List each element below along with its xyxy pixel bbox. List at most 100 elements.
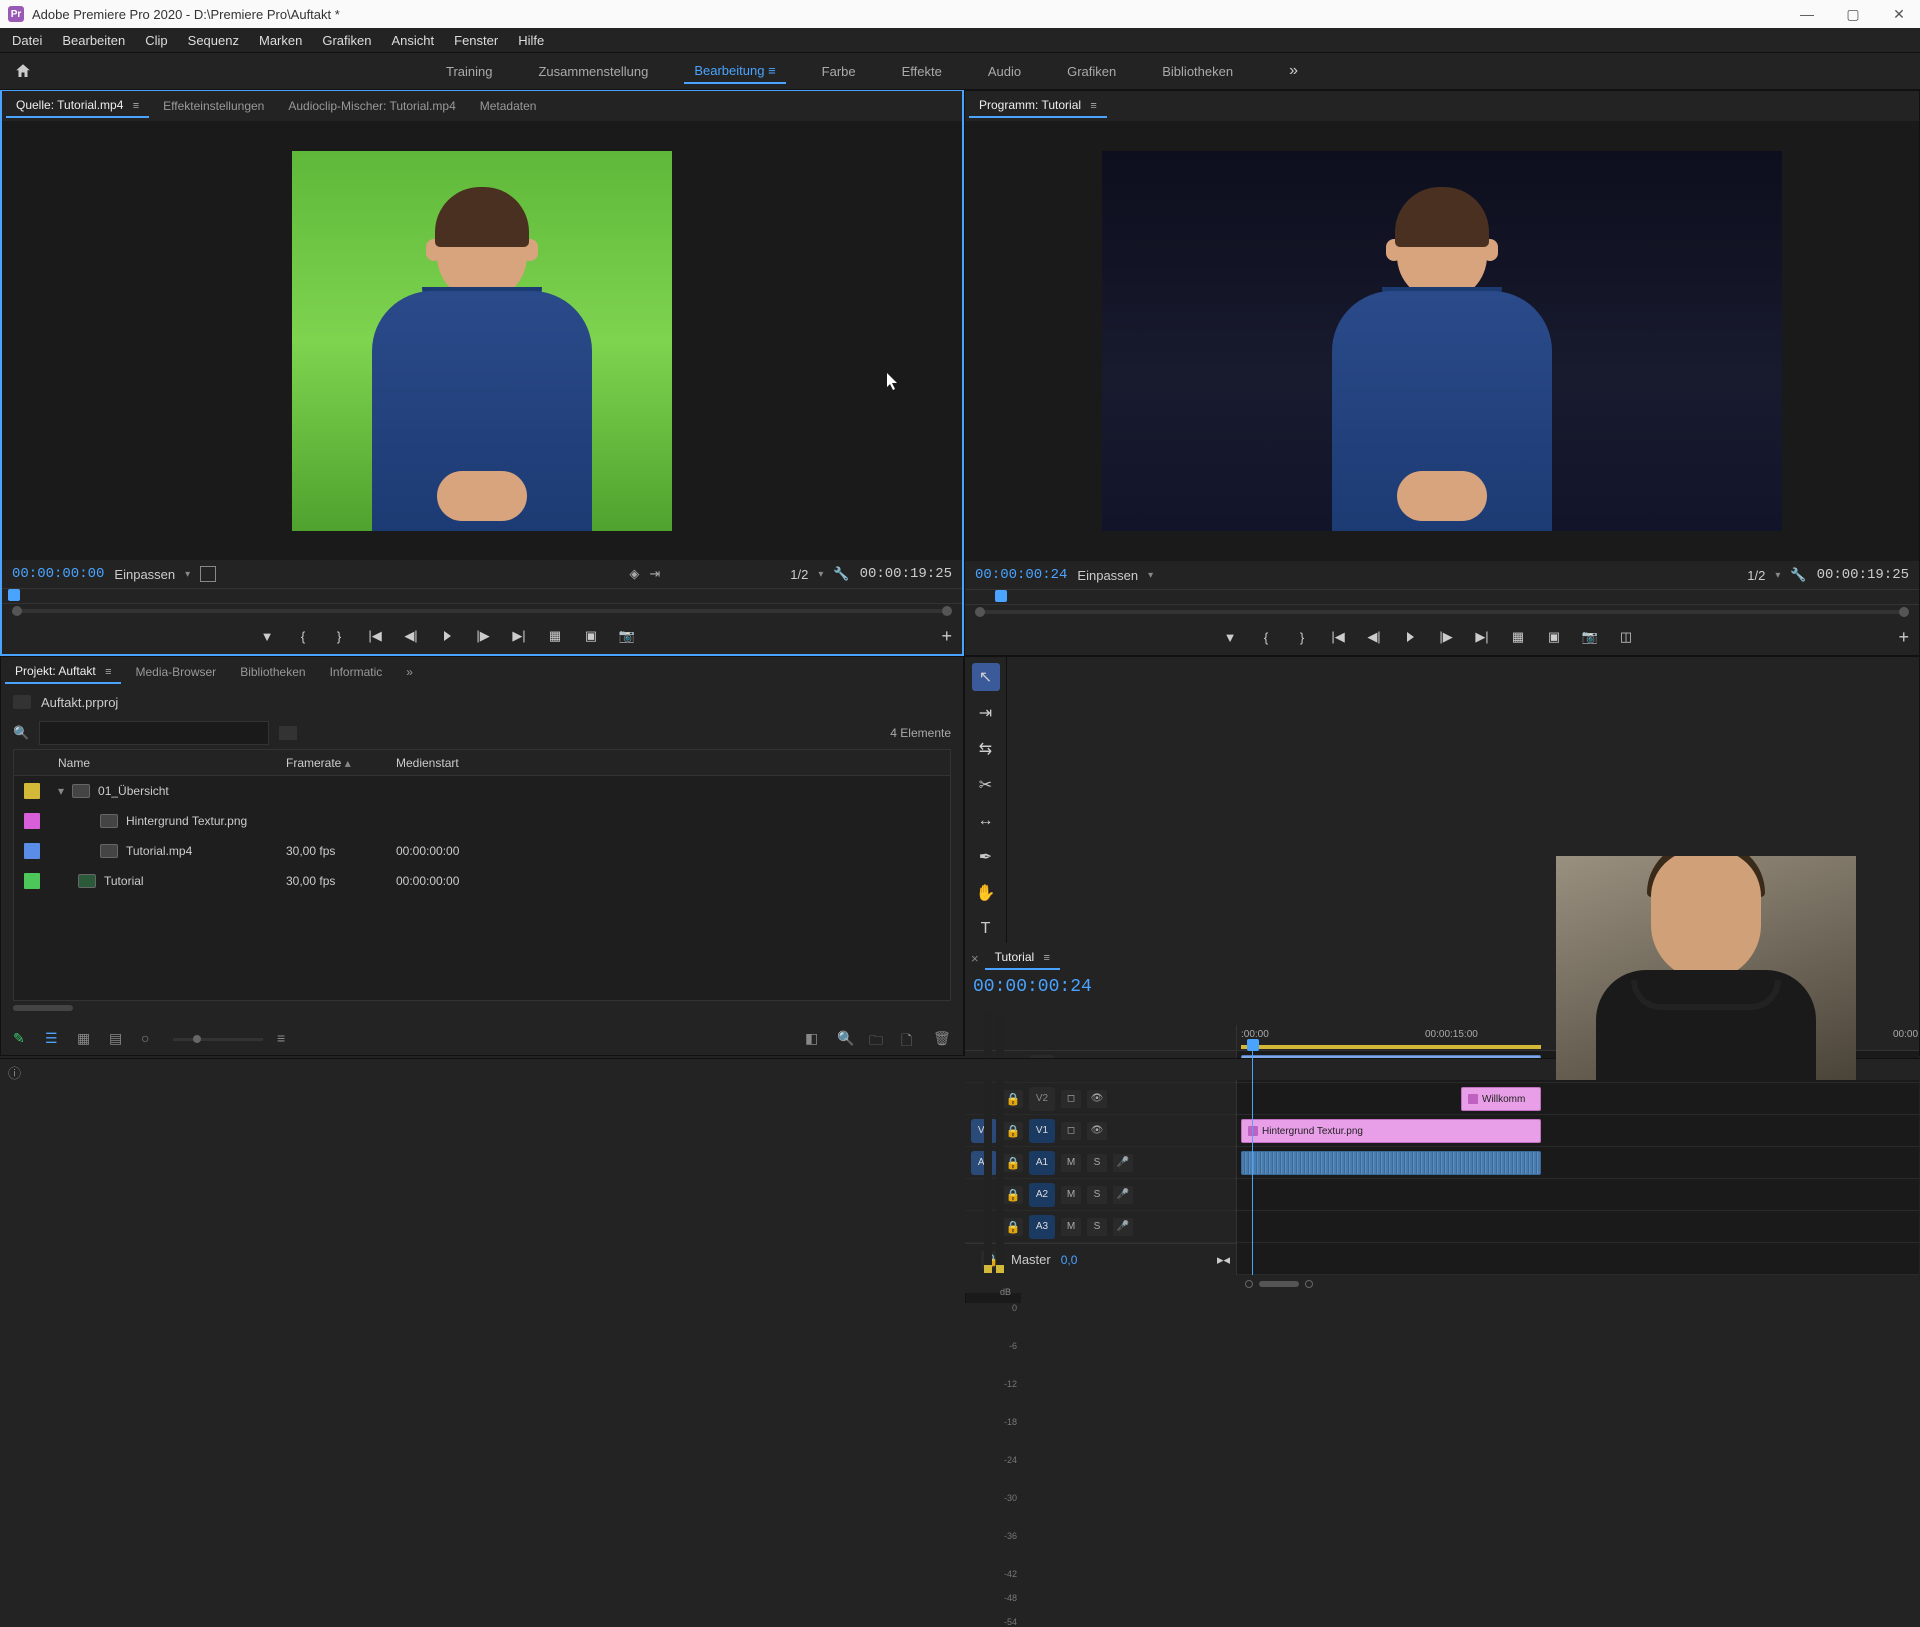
workspace-farbe[interactable]: Farbe — [812, 60, 866, 83]
filter-icon[interactable] — [279, 726, 297, 740]
menu-bearbeiten[interactable]: Bearbeiten — [54, 31, 133, 50]
program-preview[interactable] — [965, 121, 1919, 561]
track-a3[interactable] — [1237, 1211, 1919, 1243]
col-medienstart[interactable]: Medienstart — [396, 756, 526, 770]
icon-view-icon[interactable]: ▦ — [77, 1030, 95, 1048]
home-icon[interactable] — [10, 58, 36, 84]
hand-tool-icon[interactable]: ✋ — [972, 879, 1000, 907]
tab-media-browser[interactable]: Media-Browser — [125, 661, 226, 683]
source-zoom-slider[interactable] — [2, 604, 962, 618]
source-insert-icon[interactable]: ⇥ — [649, 566, 660, 582]
work-area-bar[interactable] — [1241, 1045, 1541, 1049]
workspace-training[interactable]: Training — [436, 60, 502, 83]
sort-icon[interactable]: ≡ — [277, 1030, 295, 1048]
step-back-icon[interactable]: ◀| — [400, 625, 422, 647]
source-scrub-bar[interactable] — [2, 588, 962, 604]
menu-fenster[interactable]: Fenster — [446, 31, 506, 50]
track-v2[interactable]: Willkomm — [1237, 1083, 1919, 1115]
mark-in-icon[interactable]: { — [1255, 626, 1277, 648]
go-to-out-icon[interactable]: ▶| — [1471, 626, 1493, 648]
project-scrollbar[interactable] — [13, 1005, 73, 1011]
extract-icon[interactable]: ▣ — [1543, 626, 1565, 648]
program-scrub-bar[interactable] — [965, 589, 1919, 605]
tab-bibliotheken[interactable]: Bibliotheken — [230, 661, 315, 683]
tab-audioclip-mischer[interactable]: Audioclip-Mischer: Tutorial.mp4 — [278, 95, 465, 117]
clip-audio[interactable] — [1241, 1151, 1541, 1175]
find-icon[interactable]: 🔍 — [837, 1030, 855, 1048]
button-editor-icon[interactable]: + — [1898, 627, 1909, 648]
mute-icon[interactable]: M — [1061, 1218, 1081, 1236]
playhead-line[interactable] — [1252, 1051, 1253, 1275]
slip-tool-icon[interactable]: ↔ — [972, 807, 1000, 835]
menu-grafiken[interactable]: Grafiken — [314, 31, 379, 50]
solo-icon[interactable]: S — [1087, 1186, 1107, 1204]
timeline-horizontal-scroll[interactable] — [965, 1275, 1919, 1293]
menu-hilfe[interactable]: Hilfe — [510, 31, 552, 50]
track-header-a1[interactable]: A1 🔒 A1 M S 🎤 — [965, 1147, 1236, 1179]
source-settings-icon[interactable]: ◈ — [629, 566, 639, 582]
type-tool-icon[interactable]: T — [972, 915, 1000, 943]
ripple-edit-tool-icon[interactable]: ⇆ — [972, 735, 1000, 763]
table-row[interactable]: Hintergrund Textur.png — [14, 806, 950, 836]
table-row[interactable]: Tutorial 30,00 fps 00:00:00:00 — [14, 866, 950, 896]
mute-icon[interactable]: M — [1061, 1154, 1081, 1172]
eye-icon[interactable]: 👁 — [1087, 1122, 1107, 1140]
tab-projekt[interactable]: Projekt: Auftakt ≡ — [5, 660, 121, 684]
mark-in-icon[interactable]: { — [292, 625, 314, 647]
workspace-audio[interactable]: Audio — [978, 60, 1031, 83]
track-select-tool-icon[interactable]: ⇥ — [972, 699, 1000, 727]
timeline-timecode[interactable]: 00:00:00:24 — [973, 977, 1111, 997]
voiceover-icon[interactable]: 🎤 — [1113, 1154, 1133, 1172]
source-fit-dropdown[interactable]: Einpassen — [114, 567, 190, 582]
tab-informatic[interactable]: Informatic — [320, 661, 393, 683]
zoom-handle-icon[interactable]: ○ — [141, 1030, 159, 1048]
tab-programm[interactable]: Programm: Tutorial ≡ — [969, 94, 1107, 118]
menu-datei[interactable]: Datei — [4, 31, 50, 50]
mark-out-icon[interactable]: } — [1291, 626, 1313, 648]
workspace-bibliotheken[interactable]: Bibliotheken — [1152, 60, 1243, 83]
program-fit-dropdown[interactable]: Einpassen — [1077, 568, 1153, 583]
program-zoom-dropdown[interactable]: 1/2 — [1747, 568, 1780, 583]
program-wrench-icon[interactable]: 🔧 — [1790, 567, 1806, 583]
workspace-bearbeitung[interactable]: Bearbeitung ≡ — [684, 59, 785, 84]
maximize-button[interactable]: ▢ — [1840, 4, 1866, 24]
pen-tool-icon[interactable]: ✒ — [972, 843, 1000, 871]
track-header-v2[interactable]: 🔒 V2 ◻ 👁 — [965, 1083, 1236, 1115]
go-to-in-icon[interactable]: |◀ — [1327, 626, 1349, 648]
track-v1[interactable]: Hintergrund Textur.png — [1237, 1115, 1919, 1147]
source-timecode[interactable]: 00:00:00:00 — [12, 566, 104, 582]
export-frame-icon[interactable]: 📷 — [1579, 626, 1601, 648]
track-a2[interactable] — [1237, 1179, 1919, 1211]
project-search-input[interactable] — [39, 721, 269, 745]
track-header-a2[interactable]: 🔒 A2 M S 🎤 — [965, 1179, 1236, 1211]
insert-icon[interactable]: ▦ — [544, 625, 566, 647]
track-master[interactable] — [1237, 1243, 1919, 1275]
source-playhead-icon[interactable] — [8, 589, 20, 601]
new-bin-icon[interactable]: 🗀 — [869, 1030, 887, 1048]
lock-icon[interactable]: 🔒 — [1003, 1186, 1023, 1204]
voiceover-icon[interactable]: 🎤 — [1113, 1218, 1133, 1236]
play-icon[interactable] — [436, 625, 458, 647]
menu-ansicht[interactable]: Ansicht — [383, 31, 442, 50]
track-a1[interactable] — [1237, 1147, 1919, 1179]
table-row[interactable]: Tutorial.mp4 30,00 fps 00:00:00:00 — [14, 836, 950, 866]
source-zoom-dropdown[interactable]: 1/2 — [790, 567, 823, 582]
sync-lock-icon[interactable]: ◻ — [1061, 1090, 1081, 1108]
tab-sequence[interactable]: Tutorial ≡ — [985, 946, 1060, 970]
razor-tool-icon[interactable]: ✂ — [972, 771, 1000, 799]
program-zoom-slider[interactable] — [965, 605, 1919, 619]
menu-marken[interactable]: Marken — [251, 31, 310, 50]
list-view-icon[interactable]: ☰ — [45, 1030, 63, 1048]
step-forward-icon[interactable]: |▶ — [1435, 626, 1457, 648]
safe-margins-icon[interactable] — [200, 566, 216, 582]
delete-icon[interactable]: 🗑 — [933, 1030, 951, 1048]
thumbnail-size-slider[interactable] — [173, 1038, 263, 1041]
minimize-button[interactable]: — — [1794, 4, 1820, 24]
workspace-zusammenstellung[interactable]: Zusammenstellung — [528, 60, 658, 83]
comparison-view-icon[interactable]: ◫ — [1615, 626, 1637, 648]
add-marker-icon[interactable]: ▼ — [1219, 626, 1241, 648]
program-timecode[interactable]: 00:00:00:24 — [975, 567, 1067, 583]
freeform-view-icon[interactable]: ▤ — [109, 1030, 127, 1048]
workspace-overflow-icon[interactable]: » — [1289, 62, 1298, 80]
source-wrench-icon[interactable]: 🔧 — [833, 566, 849, 582]
